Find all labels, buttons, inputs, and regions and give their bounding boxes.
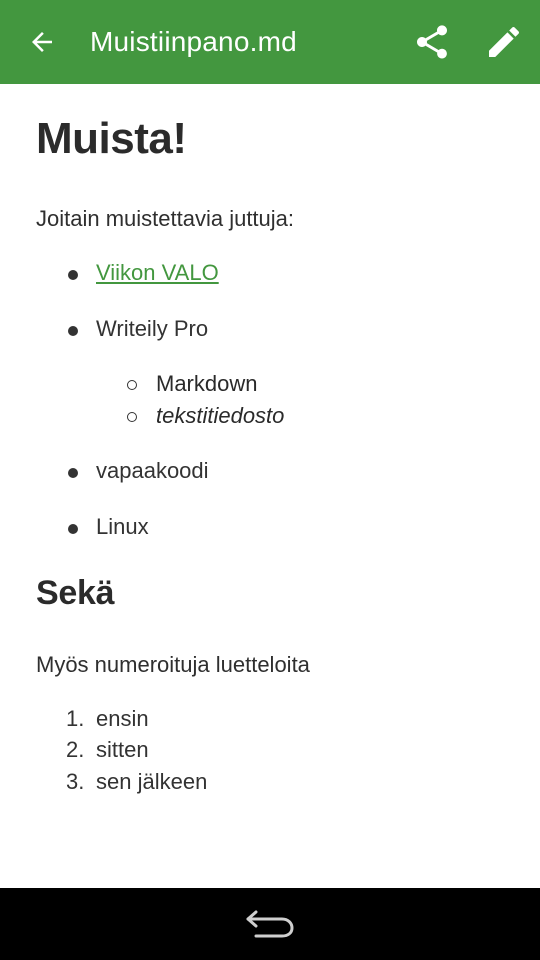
sub-bullet-circle	[127, 412, 137, 422]
heading-2: Sekä	[36, 574, 115, 612]
system-back-button[interactable]	[230, 894, 310, 954]
pencil-icon	[489, 26, 520, 57]
list-item: Writeily Pro	[96, 316, 209, 341]
arrow-back-icon	[32, 32, 52, 52]
share-button[interactable]	[402, 0, 462, 84]
list-number: 1.	[66, 706, 85, 731]
list-number: 2.	[66, 737, 85, 762]
back-arrow-icon	[246, 910, 294, 938]
toolbar-title: Muistiinpano.md	[90, 26, 297, 57]
ordered-list-item: sen jälkeen	[96, 769, 208, 794]
sub-list-item: Markdown	[156, 371, 258, 396]
app-root: Muistiinpano.md Muista! Joitain muistett…	[0, 0, 540, 960]
bullet-dot	[68, 524, 78, 534]
ordered-list-item: ensin	[96, 706, 149, 731]
sub-bullet-circle	[127, 380, 137, 390]
ordered-list-item: sitten	[96, 737, 149, 762]
system-nav-bar	[0, 888, 540, 960]
link-viikon-valo[interactable]: Viikon VALO	[96, 260, 219, 286]
intro-paragraph: Joitain muistettavia juttuja:	[36, 206, 295, 231]
sub-list-item: tekstitiedosto	[156, 403, 285, 428]
edit-button[interactable]	[474, 0, 534, 84]
heading-1: Muista!	[36, 114, 187, 163]
bullet-dot	[68, 468, 78, 478]
list-number: 3.	[66, 769, 85, 794]
back-button[interactable]	[12, 0, 72, 84]
share-icon	[417, 25, 447, 59]
list-item: Linux	[96, 514, 149, 539]
ordered-intro-paragraph: Myös numeroituja luetteloita	[36, 652, 310, 677]
markdown-content[interactable]: Muista! Joitain muistettavia juttuja: Vi…	[0, 84, 540, 888]
bullet-dot	[68, 270, 78, 280]
bullet-dot	[68, 326, 78, 336]
toolbar: Muistiinpano.md	[0, 0, 540, 84]
list-item: vapaakoodi	[96, 458, 209, 483]
